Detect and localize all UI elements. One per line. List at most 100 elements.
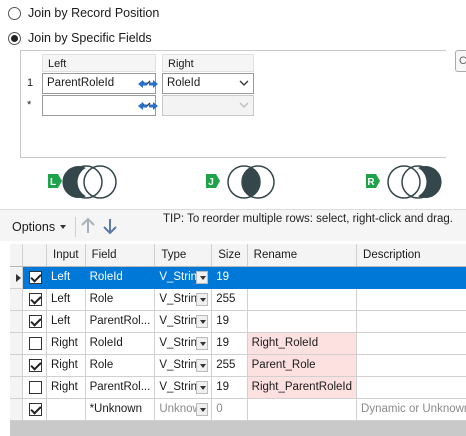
table-row[interactable]: Left Role V_String 255 [10,288,466,311]
join-by-specific-fields-radio[interactable] [8,31,21,45]
row-header[interactable] [10,398,23,421]
table-row[interactable]: Right Role V_String 255 Parent_Role [10,354,466,377]
select-cell[interactable] [22,398,47,421]
type-cell[interactable]: V_String [154,288,213,311]
row-header[interactable] [10,376,23,399]
rename-cell[interactable] [247,288,358,311]
size-cell[interactable]: 19 [211,266,248,289]
move-down-icon[interactable] [101,216,119,236]
size-cell[interactable]: 19 [211,310,248,333]
select-cell[interactable] [22,288,47,311]
type-cell[interactable]: V_String [154,354,213,377]
field-select-checkbox[interactable] [29,292,42,306]
field-select-checkbox[interactable] [29,402,42,416]
type-dropdown-arrow-icon[interactable] [196,380,209,394]
field-name-cell[interactable]: RoleId [85,332,156,355]
type-cell[interactable]: V_String [154,266,213,289]
new-right-field-select [162,95,254,116]
description-cell[interactable] [356,332,466,355]
field-name-cell[interactable]: *Unknown [85,398,156,421]
swap-fields-icon[interactable] [137,78,159,90]
side-panel-button[interactable]: C [455,50,466,72]
input-cell[interactable]: Right [46,376,86,399]
field-select-checkbox[interactable] [29,270,42,284]
move-up-icon[interactable] [79,216,97,236]
size-cell[interactable]: 19 [211,332,248,355]
description-cell[interactable] [356,266,466,289]
input-cell[interactable] [46,398,86,421]
swap-fields-icon[interactable] [137,100,159,112]
size-cell[interactable]: 19 [211,376,248,399]
field-name-cell[interactable]: Role [85,288,156,311]
field-name-cell[interactable]: Role [85,354,156,377]
description-cell[interactable]: Dynamic or Unknown Fields [356,398,466,421]
select-cell[interactable] [22,266,47,289]
type-dropdown-arrow-icon[interactable] [196,336,209,350]
description-cell[interactable] [356,354,466,377]
row-header[interactable] [10,266,23,289]
join-by-specific-fields-option[interactable]: Join by Specific Fields [8,29,152,47]
options-dropdown-button[interactable]: Options [12,220,67,234]
rename-cell[interactable]: Right_ParentRoleId [247,376,358,399]
select-cell[interactable] [22,376,47,399]
size-cell[interactable]: 255 [211,354,248,377]
rename-cell[interactable] [247,398,358,421]
table-row[interactable]: Right ParentRol... V_String 19 Right_ParentR… [10,376,466,399]
size-cell[interactable]: 0 [211,398,248,421]
input-cell[interactable]: Left [46,310,86,333]
row-header[interactable] [10,310,23,333]
field-select-checkbox[interactable] [29,380,42,394]
type-dropdown-arrow-icon[interactable] [196,314,209,328]
field-select-checkbox[interactable] [29,336,42,350]
input-cell[interactable]: Right [46,354,86,377]
row-header[interactable] [10,332,23,355]
column-header-type[interactable]: Type [154,244,213,267]
select-cell[interactable] [22,332,47,355]
rename-cell[interactable]: Right_RoleId [247,332,358,355]
row-header[interactable] [10,288,23,311]
type-cell[interactable]: Unknown [154,398,213,421]
input-cell[interactable]: Right [46,332,86,355]
rename-cell[interactable]: Parent_Role [247,354,358,377]
table-row[interactable]: *UnknownUnknown0 Dynamic or Unknown Field… [10,398,466,421]
select-cell[interactable] [22,354,47,377]
row-header[interactable] [10,354,23,377]
description-cell[interactable] [356,288,466,311]
column-header-description[interactable]: Description [356,244,466,267]
type-dropdown-arrow-icon[interactable] [196,292,209,306]
type-cell[interactable]: V_String [154,310,213,333]
field-name-cell[interactable]: RoleId [85,266,156,289]
column-header-input[interactable]: Input [46,244,86,267]
table-row[interactable]: Right RoleId V_String 19 Right_RoleId [10,332,466,355]
table-row[interactable]: Left RoleId V_String 19 [10,266,466,289]
field-select-checkbox[interactable] [29,314,42,328]
field-name-cell[interactable]: ParentRol... [85,310,156,333]
column-header-field[interactable]: Field [85,244,156,267]
right-field-select[interactable]: RoleId [162,73,254,94]
type-cell[interactable]: V_String [154,332,213,355]
column-header-size[interactable]: Size [211,244,248,267]
description-cell[interactable] [356,310,466,333]
rename-cell[interactable] [247,310,358,333]
type-dropdown-arrow-icon[interactable] [196,402,209,416]
left-column-header: Left [42,54,156,72]
rename-cell[interactable] [247,266,358,289]
join-by-record-position-radio[interactable] [8,6,21,20]
left-join-badge-letter: L [50,177,56,188]
table-row[interactable]: Left ParentRol... V_String 19 [10,310,466,333]
description-cell[interactable] [356,376,466,399]
chevron-down-icon [239,80,249,86]
join-by-specific-fields-label: Join by Specific Fields [28,31,152,45]
type-cell[interactable]: V_String [154,376,213,399]
input-cell[interactable]: Left [46,288,86,311]
type-dropdown-arrow-icon[interactable] [196,270,209,284]
column-header-rename[interactable]: Rename [247,244,358,267]
input-cell[interactable]: Left [46,266,86,289]
size-cell[interactable]: 255 [211,288,248,311]
join-by-record-position-option[interactable]: Join by Record Position [8,4,159,22]
type-dropdown-arrow-icon[interactable] [196,358,209,372]
select-cell[interactable] [22,310,47,333]
current-row-pointer-icon [16,273,21,282]
field-name-cell[interactable]: ParentRol... [85,376,156,399]
field-select-checkbox[interactable] [29,358,42,372]
